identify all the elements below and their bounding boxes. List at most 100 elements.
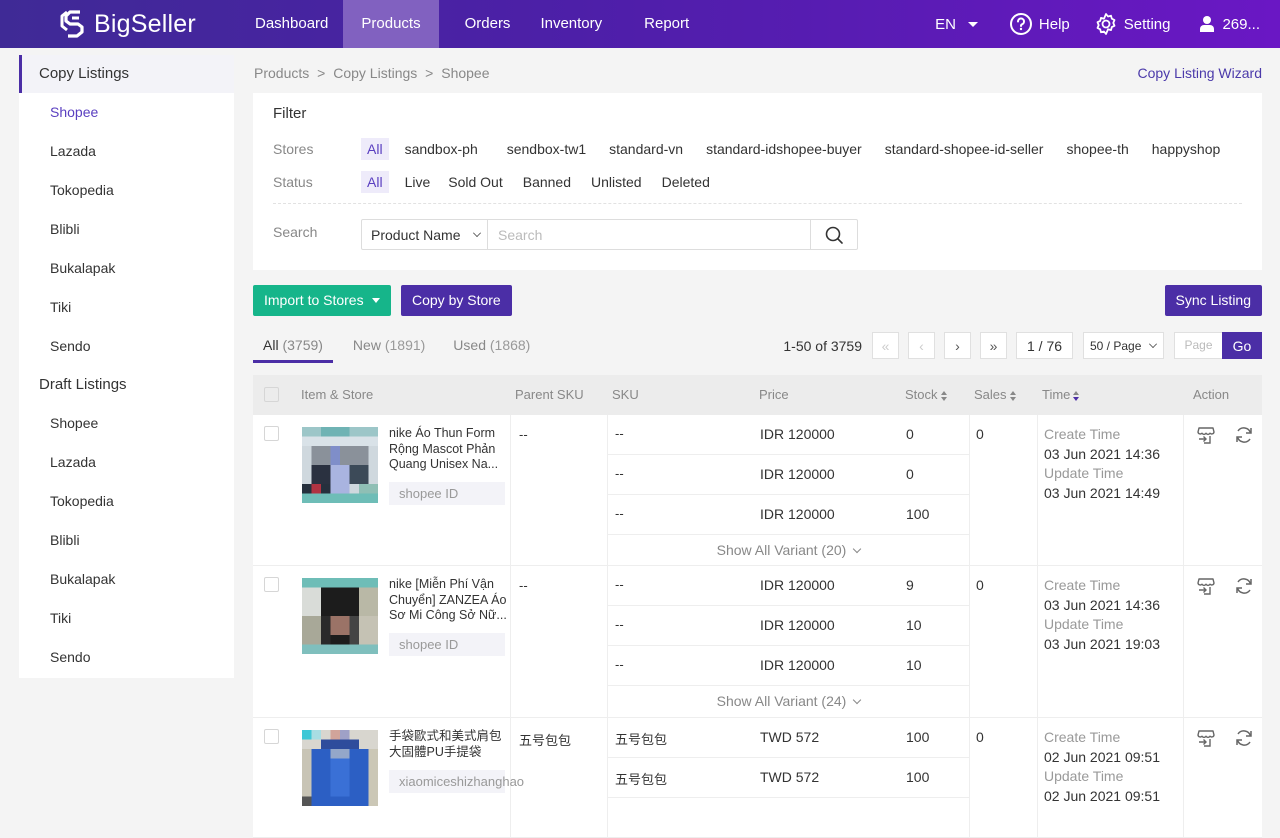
sidebar-draft-shopee[interactable]: Shopee xyxy=(19,404,234,443)
product-thumbnail[interactable] xyxy=(302,427,378,503)
parent-sku-cell: -- xyxy=(511,415,608,565)
sidebar-draft-tiki[interactable]: Tiki xyxy=(19,599,234,638)
variant-price: TWD 572 xyxy=(760,769,820,785)
product-thumbnail[interactable] xyxy=(302,578,378,654)
sidebar-draft-bukalapak[interactable]: Bukalapak xyxy=(19,560,234,599)
tab-count: (3759) xyxy=(282,337,323,353)
user-menu[interactable]: 269... xyxy=(1198,15,1260,33)
show-all-variants-label: Show All Variant (20) xyxy=(716,542,847,558)
copy-by-store-button[interactable]: Copy by Store xyxy=(401,285,512,316)
search-group: Product Name xyxy=(361,219,858,250)
bigseller-logo[interactable]: BigSeller xyxy=(58,8,196,40)
sidebar-copy-blibli[interactable]: Blibli xyxy=(19,210,234,249)
variant-sku: -- xyxy=(615,657,624,672)
store-chip[interactable]: standard-vn xyxy=(603,138,689,160)
store-chip[interactable]: happyshop xyxy=(1146,138,1227,160)
prev-page-button[interactable]: ‹ xyxy=(908,332,935,359)
sidebar-copy-sendo[interactable]: Sendo xyxy=(19,327,234,366)
next-page-button[interactable]: › xyxy=(944,332,971,359)
last-page-button[interactable]: » xyxy=(980,332,1007,359)
search-field-select[interactable]: Product Name xyxy=(362,220,488,249)
import-to-store-icon[interactable] xyxy=(1196,728,1216,751)
top-navbar: BigSeller Dashboard Products Orders Inve… xyxy=(0,0,1280,48)
nav-products[interactable]: Products xyxy=(343,0,439,48)
status-chip-deleted[interactable]: Deleted xyxy=(656,171,716,193)
header-time[interactable]: Time xyxy=(1042,387,1080,402)
sidebar-copy-bukalapak[interactable]: Bukalapak xyxy=(19,249,234,288)
search-input[interactable] xyxy=(488,220,810,249)
sidebar-copy-tokopedia[interactable]: Tokopedia xyxy=(19,171,234,210)
status-chip-banned[interactable]: Banned xyxy=(517,171,577,193)
header-stock-label: Stock xyxy=(905,387,938,402)
nav-orders[interactable]: Orders xyxy=(439,0,527,48)
header-sku: SKU xyxy=(612,387,639,402)
language-selector[interactable]: EN xyxy=(935,16,978,33)
status-chip-sold-out[interactable]: Sold Out xyxy=(442,171,508,193)
item-cell: nike [Miễn Phí Vận Chuyển] ZANZEA Áo Sơ … xyxy=(253,566,511,717)
breadcrumb: Products > Copy Listings > Shopee xyxy=(254,65,494,81)
product-thumbnail[interactable] xyxy=(302,730,378,806)
header-sales[interactable]: Sales xyxy=(974,387,1017,402)
tab-used[interactable]: Used (1868) xyxy=(443,333,540,363)
nav-inventory[interactable]: Inventory xyxy=(526,0,617,48)
go-button[interactable]: Go xyxy=(1222,332,1262,359)
status-chip-live[interactable]: Live xyxy=(399,171,437,193)
store-chip[interactable]: standard-idshopee-buyer xyxy=(700,138,868,160)
tab-new[interactable]: New (1891) xyxy=(343,333,435,363)
sync-icon[interactable] xyxy=(1234,728,1254,751)
store-chip[interactable]: sandbox-ph xyxy=(399,138,484,160)
search-button[interactable] xyxy=(810,220,857,249)
import-to-store-icon[interactable] xyxy=(1196,425,1216,448)
product-name[interactable]: 手袋歐式和美式肩包大固體PU手提袋 xyxy=(389,729,507,760)
sidebar-draft-tokopedia[interactable]: Tokopedia xyxy=(19,482,234,521)
sidebar-copy-lazada[interactable]: Lazada xyxy=(19,132,234,171)
breadcrumb-copy-listings[interactable]: Copy Listings xyxy=(333,65,417,81)
import-to-store-icon[interactable] xyxy=(1196,576,1216,599)
show-all-variants-button[interactable]: Show All Variant (24) xyxy=(608,686,969,716)
row-checkbox[interactable] xyxy=(264,577,279,592)
sidebar-copy-tiki[interactable]: Tiki xyxy=(19,288,234,327)
header-stock[interactable]: Stock xyxy=(905,387,948,402)
first-page-button[interactable]: « xyxy=(872,332,899,359)
breadcrumb-separator: > xyxy=(317,65,326,81)
sidebar-draft-blibli[interactable]: Blibli xyxy=(19,521,234,560)
show-all-variants-button[interactable]: Show All Variant (20) xyxy=(608,535,969,565)
row-checkbox[interactable] xyxy=(264,426,279,441)
sidebar-section-copy-listings[interactable]: Copy Listings xyxy=(19,55,234,93)
import-to-stores-button[interactable]: Import to Stores xyxy=(253,285,391,316)
sales-cell: 0 xyxy=(970,566,1038,717)
search-field-value: Product Name xyxy=(371,226,461,243)
variant-sku: -- xyxy=(615,506,624,521)
nav-report[interactable]: Report xyxy=(617,0,704,48)
store-chip[interactable]: standard-shopee-id-seller xyxy=(879,138,1050,160)
sync-listing-button[interactable]: Sync Listing xyxy=(1164,285,1262,316)
variant-row: -- IDR 120000 0 xyxy=(608,415,969,455)
gear-icon xyxy=(1096,13,1116,35)
page-size-select[interactable]: 50 / Page xyxy=(1083,332,1164,359)
store-chip-all[interactable]: All xyxy=(361,138,389,160)
product-name[interactable]: nike [Miễn Phí Vận Chuyển] ZANZEA Áo Sơ … xyxy=(389,577,507,624)
sidebar-draft-lazada[interactable]: Lazada xyxy=(19,443,234,482)
sidebar-draft-sendo[interactable]: Sendo xyxy=(19,638,234,677)
sidebar-copy-shopee[interactable]: Shopee xyxy=(19,93,234,132)
tab-all[interactable]: All (3759) xyxy=(253,333,333,363)
help-link[interactable]: Help xyxy=(1009,12,1070,36)
setting-link[interactable]: Setting xyxy=(1094,12,1170,36)
status-chip-all[interactable]: All xyxy=(361,171,389,193)
store-chip[interactable]: shopee-th xyxy=(1060,138,1134,160)
sync-icon[interactable] xyxy=(1234,576,1254,599)
sidebar-section-draft-listings[interactable]: Draft Listings xyxy=(19,366,234,404)
row-checkbox[interactable] xyxy=(264,729,279,744)
breadcrumb-products[interactable]: Products xyxy=(254,65,309,81)
page-input[interactable]: Page xyxy=(1174,332,1222,359)
store-chip[interactable]: sendbox-tw1 xyxy=(501,138,592,160)
copy-listing-wizard-link[interactable]: Copy Listing Wizard xyxy=(1138,65,1263,81)
select-all-checkbox[interactable] xyxy=(264,387,279,402)
nav-dashboard[interactable]: Dashboard xyxy=(240,0,343,48)
listing-tabs: All (3759) New (1891) Used (1868) xyxy=(253,333,548,363)
sync-icon[interactable] xyxy=(1234,425,1254,448)
store-tag: shopee ID xyxy=(389,633,505,656)
status-chip-unlisted[interactable]: Unlisted xyxy=(585,171,648,193)
variant-stock: 100 xyxy=(906,729,930,745)
product-name[interactable]: nike Áo Thun Form Rộng Mascot Phản Quang… xyxy=(389,426,507,473)
